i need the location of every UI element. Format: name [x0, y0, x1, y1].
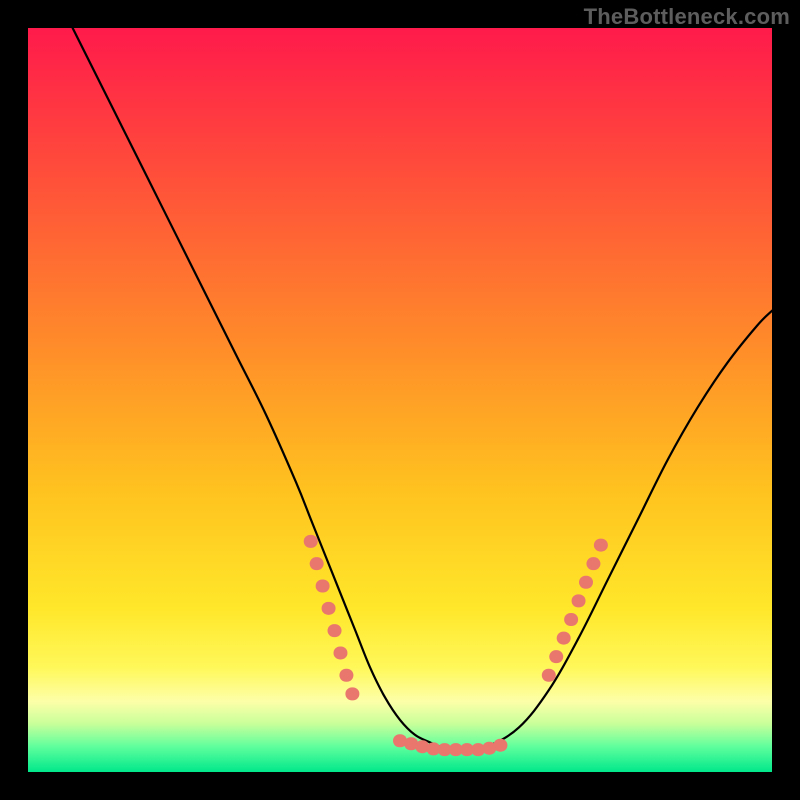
data-marker [549, 650, 563, 663]
data-marker [594, 539, 608, 552]
data-marker [493, 739, 507, 752]
data-marker [339, 669, 353, 682]
data-marker [304, 535, 318, 548]
data-marker [310, 557, 324, 570]
data-marker [322, 602, 336, 615]
data-marker [333, 646, 347, 659]
data-marker [542, 669, 556, 682]
watermark-label: TheBottleneck.com [584, 4, 790, 30]
data-marker [328, 624, 342, 637]
data-marker [345, 687, 359, 700]
data-marker [586, 557, 600, 570]
bottleneck-chart [28, 28, 772, 772]
data-marker [557, 632, 571, 645]
data-marker [572, 594, 586, 607]
data-marker [564, 613, 578, 626]
chart-frame: TheBottleneck.com [0, 0, 800, 800]
chart-plot-area [28, 28, 772, 772]
data-marker [579, 576, 593, 589]
gradient-background [28, 28, 772, 772]
data-marker [316, 580, 330, 593]
